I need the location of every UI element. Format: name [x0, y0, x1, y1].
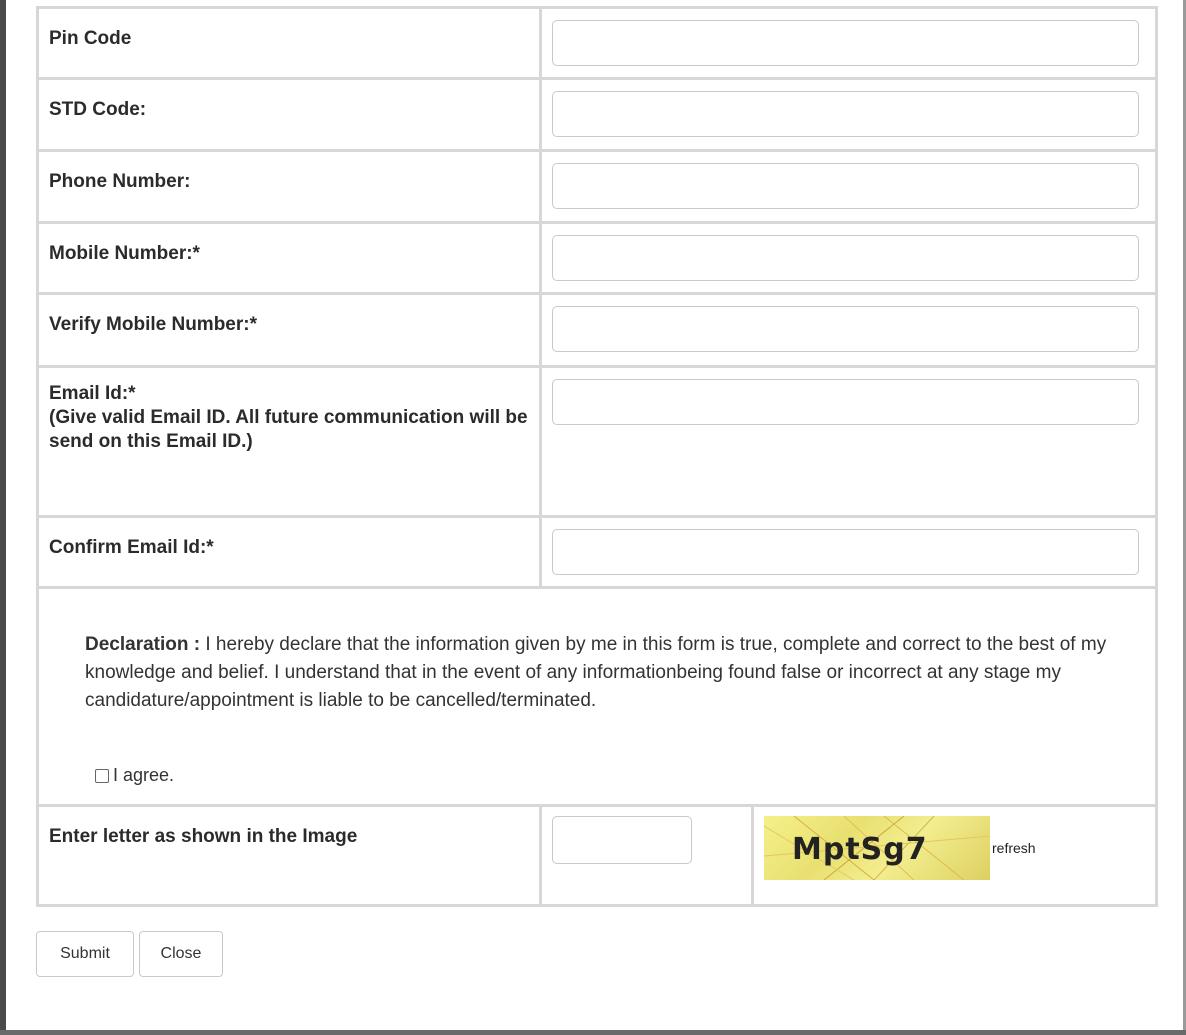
close-button[interactable]: Close — [139, 931, 223, 977]
email-id-label: Email Id:* (Give valid Email ID. All fut… — [39, 368, 542, 515]
mobile-number-label: Mobile Number:* — [39, 224, 542, 292]
confirm-email-id-label: Confirm Email Id:* — [39, 518, 542, 586]
captcha-code-text: MptSg7 — [792, 832, 928, 867]
captcha-refresh-link[interactable]: refresh — [992, 840, 1036, 856]
declaration-body: I hereby declare that the information gi… — [85, 634, 1107, 711]
agree-label: I agree. — [113, 765, 175, 785]
agree-checkbox[interactable] — [95, 768, 109, 783]
window-frame-left — [0, 0, 6, 1035]
form-row-pin-code: Pin Code — [36, 6, 1158, 80]
std-code-input[interactable] — [552, 91, 1139, 137]
form-row-confirm-email-id: Confirm Email Id:* — [36, 518, 1158, 589]
declaration-text: Declaration : I hereby declare that the … — [85, 631, 1125, 715]
form-row-mobile-number: Mobile Number:* — [36, 224, 1158, 295]
captcha-row: Enter letter as shown in the Image MptSg… — [36, 807, 1158, 907]
confirm-email-id-input[interactable] — [552, 529, 1139, 575]
window-frame-bottom — [0, 1030, 1186, 1035]
phone-number-label: Phone Number: — [39, 152, 542, 221]
submit-button[interactable]: Submit — [36, 931, 134, 977]
form-row-email-id: Email Id:* (Give valid Email ID. All fut… — [36, 368, 1158, 518]
email-id-input[interactable] — [552, 379, 1139, 425]
captcha-label: Enter letter as shown in the Image — [39, 807, 542, 904]
verify-mobile-number-label: Verify Mobile Number:* — [39, 295, 542, 365]
form-row-std-code: STD Code: — [36, 80, 1158, 152]
registration-form-table: Pin Code STD Code: Phone Number: Mobile … — [36, 6, 1158, 907]
declaration-row: Declaration : I hereby declare that the … — [36, 589, 1158, 807]
captcha-input[interactable] — [552, 816, 692, 864]
form-row-verify-mobile-number: Verify Mobile Number:* — [36, 295, 1158, 368]
declaration-lead: Declaration : — [85, 634, 201, 655]
pin-code-label: Pin Code — [39, 9, 542, 77]
std-code-label: STD Code: — [39, 80, 542, 149]
pin-code-input[interactable] — [552, 20, 1139, 66]
form-row-phone-number: Phone Number: — [36, 152, 1158, 224]
captcha-image: MptSg7 — [764, 816, 990, 880]
phone-number-input[interactable] — [552, 163, 1139, 209]
verify-mobile-number-input[interactable] — [552, 306, 1139, 352]
mobile-number-input[interactable] — [552, 235, 1139, 281]
agree-option[interactable]: I agree. — [95, 765, 174, 786]
